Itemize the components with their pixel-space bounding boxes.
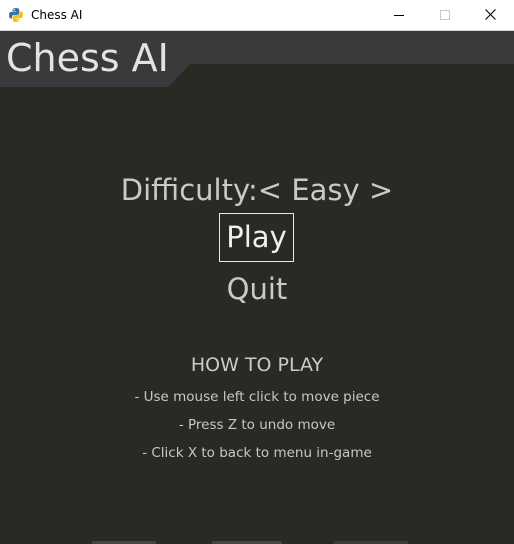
difficulty-selector[interactable]: Difficulty:< Easy >: [0, 171, 514, 209]
instruction-line: - Use mouse left click to move piece: [134, 389, 380, 405]
footer-cutoff: [0, 538, 514, 544]
app-window: Chess AI Chess AI Difficulty:< Easy > Pl…: [0, 0, 514, 544]
how-to-play-heading: HOW TO PLAY: [190, 354, 324, 376]
page-title: Chess AI: [6, 36, 169, 80]
minimize-icon: [394, 15, 404, 16]
minimize-button[interactable]: [376, 0, 422, 30]
window-title: Chess AI: [31, 8, 83, 22]
close-button[interactable]: [468, 0, 514, 30]
maximize-button[interactable]: [422, 0, 468, 30]
title-bar[interactable]: Chess AI: [0, 0, 514, 31]
instruction-line: - Click X to back to menu in-game: [142, 445, 372, 461]
play-button[interactable]: Play: [219, 213, 294, 262]
instruction-line: - Press Z to undo move: [178, 417, 336, 433]
python-icon: [8, 7, 24, 23]
quit-button[interactable]: Quit: [208, 268, 306, 310]
maximize-icon: [440, 10, 450, 20]
close-icon: [485, 9, 496, 20]
